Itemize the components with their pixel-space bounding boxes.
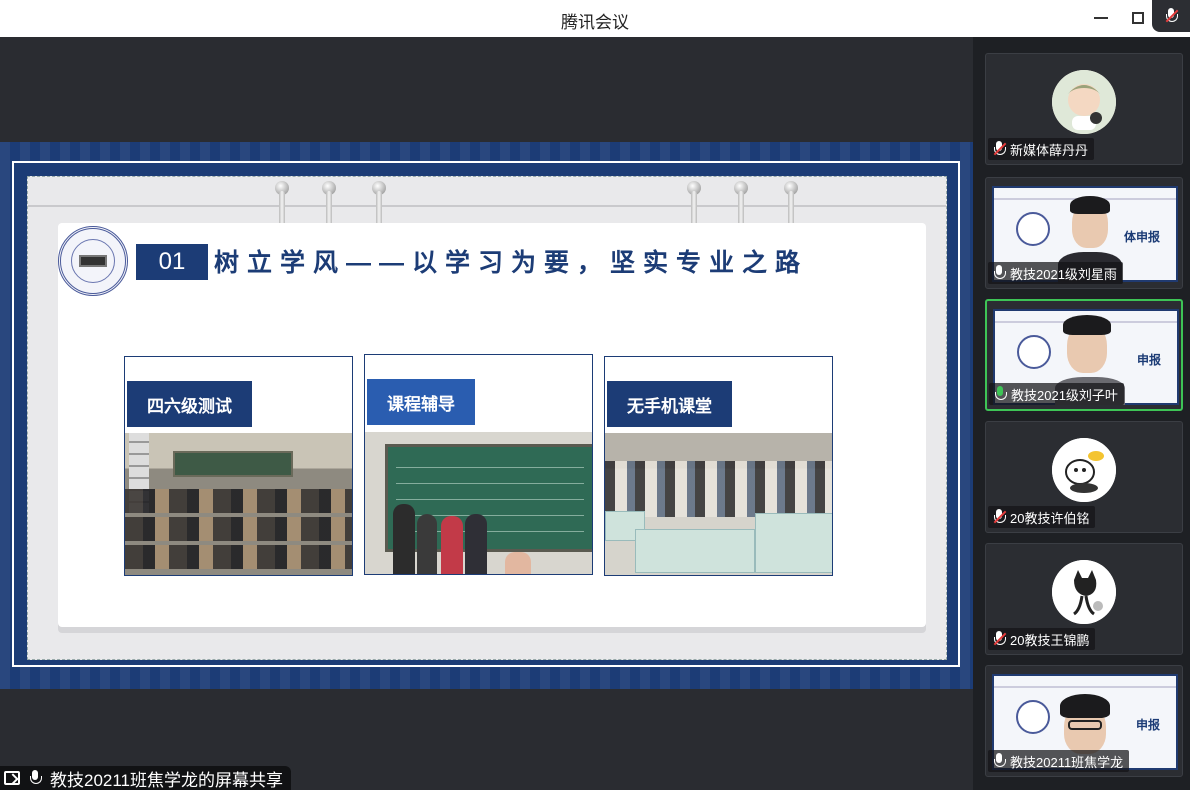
screen-share-indicator[interactable]: 教技20211班焦学龙的屏幕共享 [0,766,292,790]
participant-name: 教技2021级刘子叶 [1011,387,1118,403]
photo-card-no-phone-class: 无手机课堂 [604,356,833,576]
participant-name-bar: 教技20211班焦学龙 [988,750,1130,772]
screen-slide-text: 申报 [1136,353,1161,367]
minimize-icon [1094,17,1108,19]
section-number: 01 [136,244,208,280]
school-emblem-logo [58,226,128,296]
participant-avatar [1052,560,1116,624]
participant-name: 新媒体薛丹丹 [1010,142,1089,158]
participant-tile-active-speaker[interactable]: 申报 教技2021级刘子叶 [985,299,1183,411]
screen-share-label: 教技20211班焦学龙的屏幕共享 [50,770,284,790]
mic-muted-icon [1164,8,1179,24]
mic-muted-icon [992,509,1007,525]
participant-avatar [1052,438,1116,502]
photo-card-tutoring: 课程辅导 [364,354,593,575]
card-label: 无手机课堂 [607,381,732,427]
participant-name-bar: 20教技许伯铭 [988,506,1096,528]
participant-tile[interactable]: 20教技王锦鹏 [985,543,1183,655]
maximize-button[interactable] [1123,4,1153,32]
participant-name-bar: 教技2021级刘星雨 [988,262,1123,284]
participant-tile[interactable]: 20教技许伯铭 [985,421,1183,533]
participant-sidebar: 新媒体薛丹丹 体申报 教技2021级刘星雨 申报 教技2021级刘子叶 20教技… [973,37,1190,790]
glasses-icon [1068,720,1102,730]
title-bar: 腾讯会议 [0,0,1190,37]
participant-name: 20教技王锦鹏 [1010,632,1090,648]
screen-slide-text: 体申报 [1123,230,1160,244]
screen-slide-text: 申报 [1135,718,1160,732]
app-title: 腾讯会议 [561,13,629,32]
mic-muted-icon [992,631,1007,647]
blackboard-photo [365,432,592,574]
classroom-photo [605,433,832,575]
mic-icon [992,753,1006,769]
mic-icon [28,770,42,786]
card-label: 课程辅导 [367,379,475,425]
screen-share-icon [4,771,20,785]
participant-name-bar: 教技2021级刘子叶 [989,383,1124,405]
mic-speaking-icon [993,386,1007,402]
mic-icon [992,265,1006,281]
participant-name-bar: 新媒体薛丹丹 [988,138,1095,160]
participant-name-bar: 20教技王锦鹏 [988,628,1096,650]
participant-tile[interactable]: 体申报 教技2021级刘星雨 [985,177,1183,289]
participant-name: 20教技许伯铭 [1010,510,1090,526]
participant-tile[interactable]: 新媒体薛丹丹 [985,53,1183,165]
participant-tile[interactable]: 申报 教技20211班焦学龙 [985,665,1183,777]
maximize-icon [1132,12,1144,24]
mic-status-button[interactable] [1152,0,1190,32]
mic-muted-icon [992,141,1007,157]
participant-name: 教技2021级刘星雨 [1010,266,1117,282]
minimize-button[interactable] [1086,4,1116,32]
slide-title: 树立学风——以学习为要，坚实专业之路 [214,249,809,277]
card-label: 四六级测试 [127,381,252,427]
participant-avatar [1052,70,1116,134]
participant-name: 教技20211班焦学龙 [1010,754,1124,770]
exam-room-photo [125,433,352,575]
photo-card-cet-exam: 四六级测试 [124,356,353,576]
